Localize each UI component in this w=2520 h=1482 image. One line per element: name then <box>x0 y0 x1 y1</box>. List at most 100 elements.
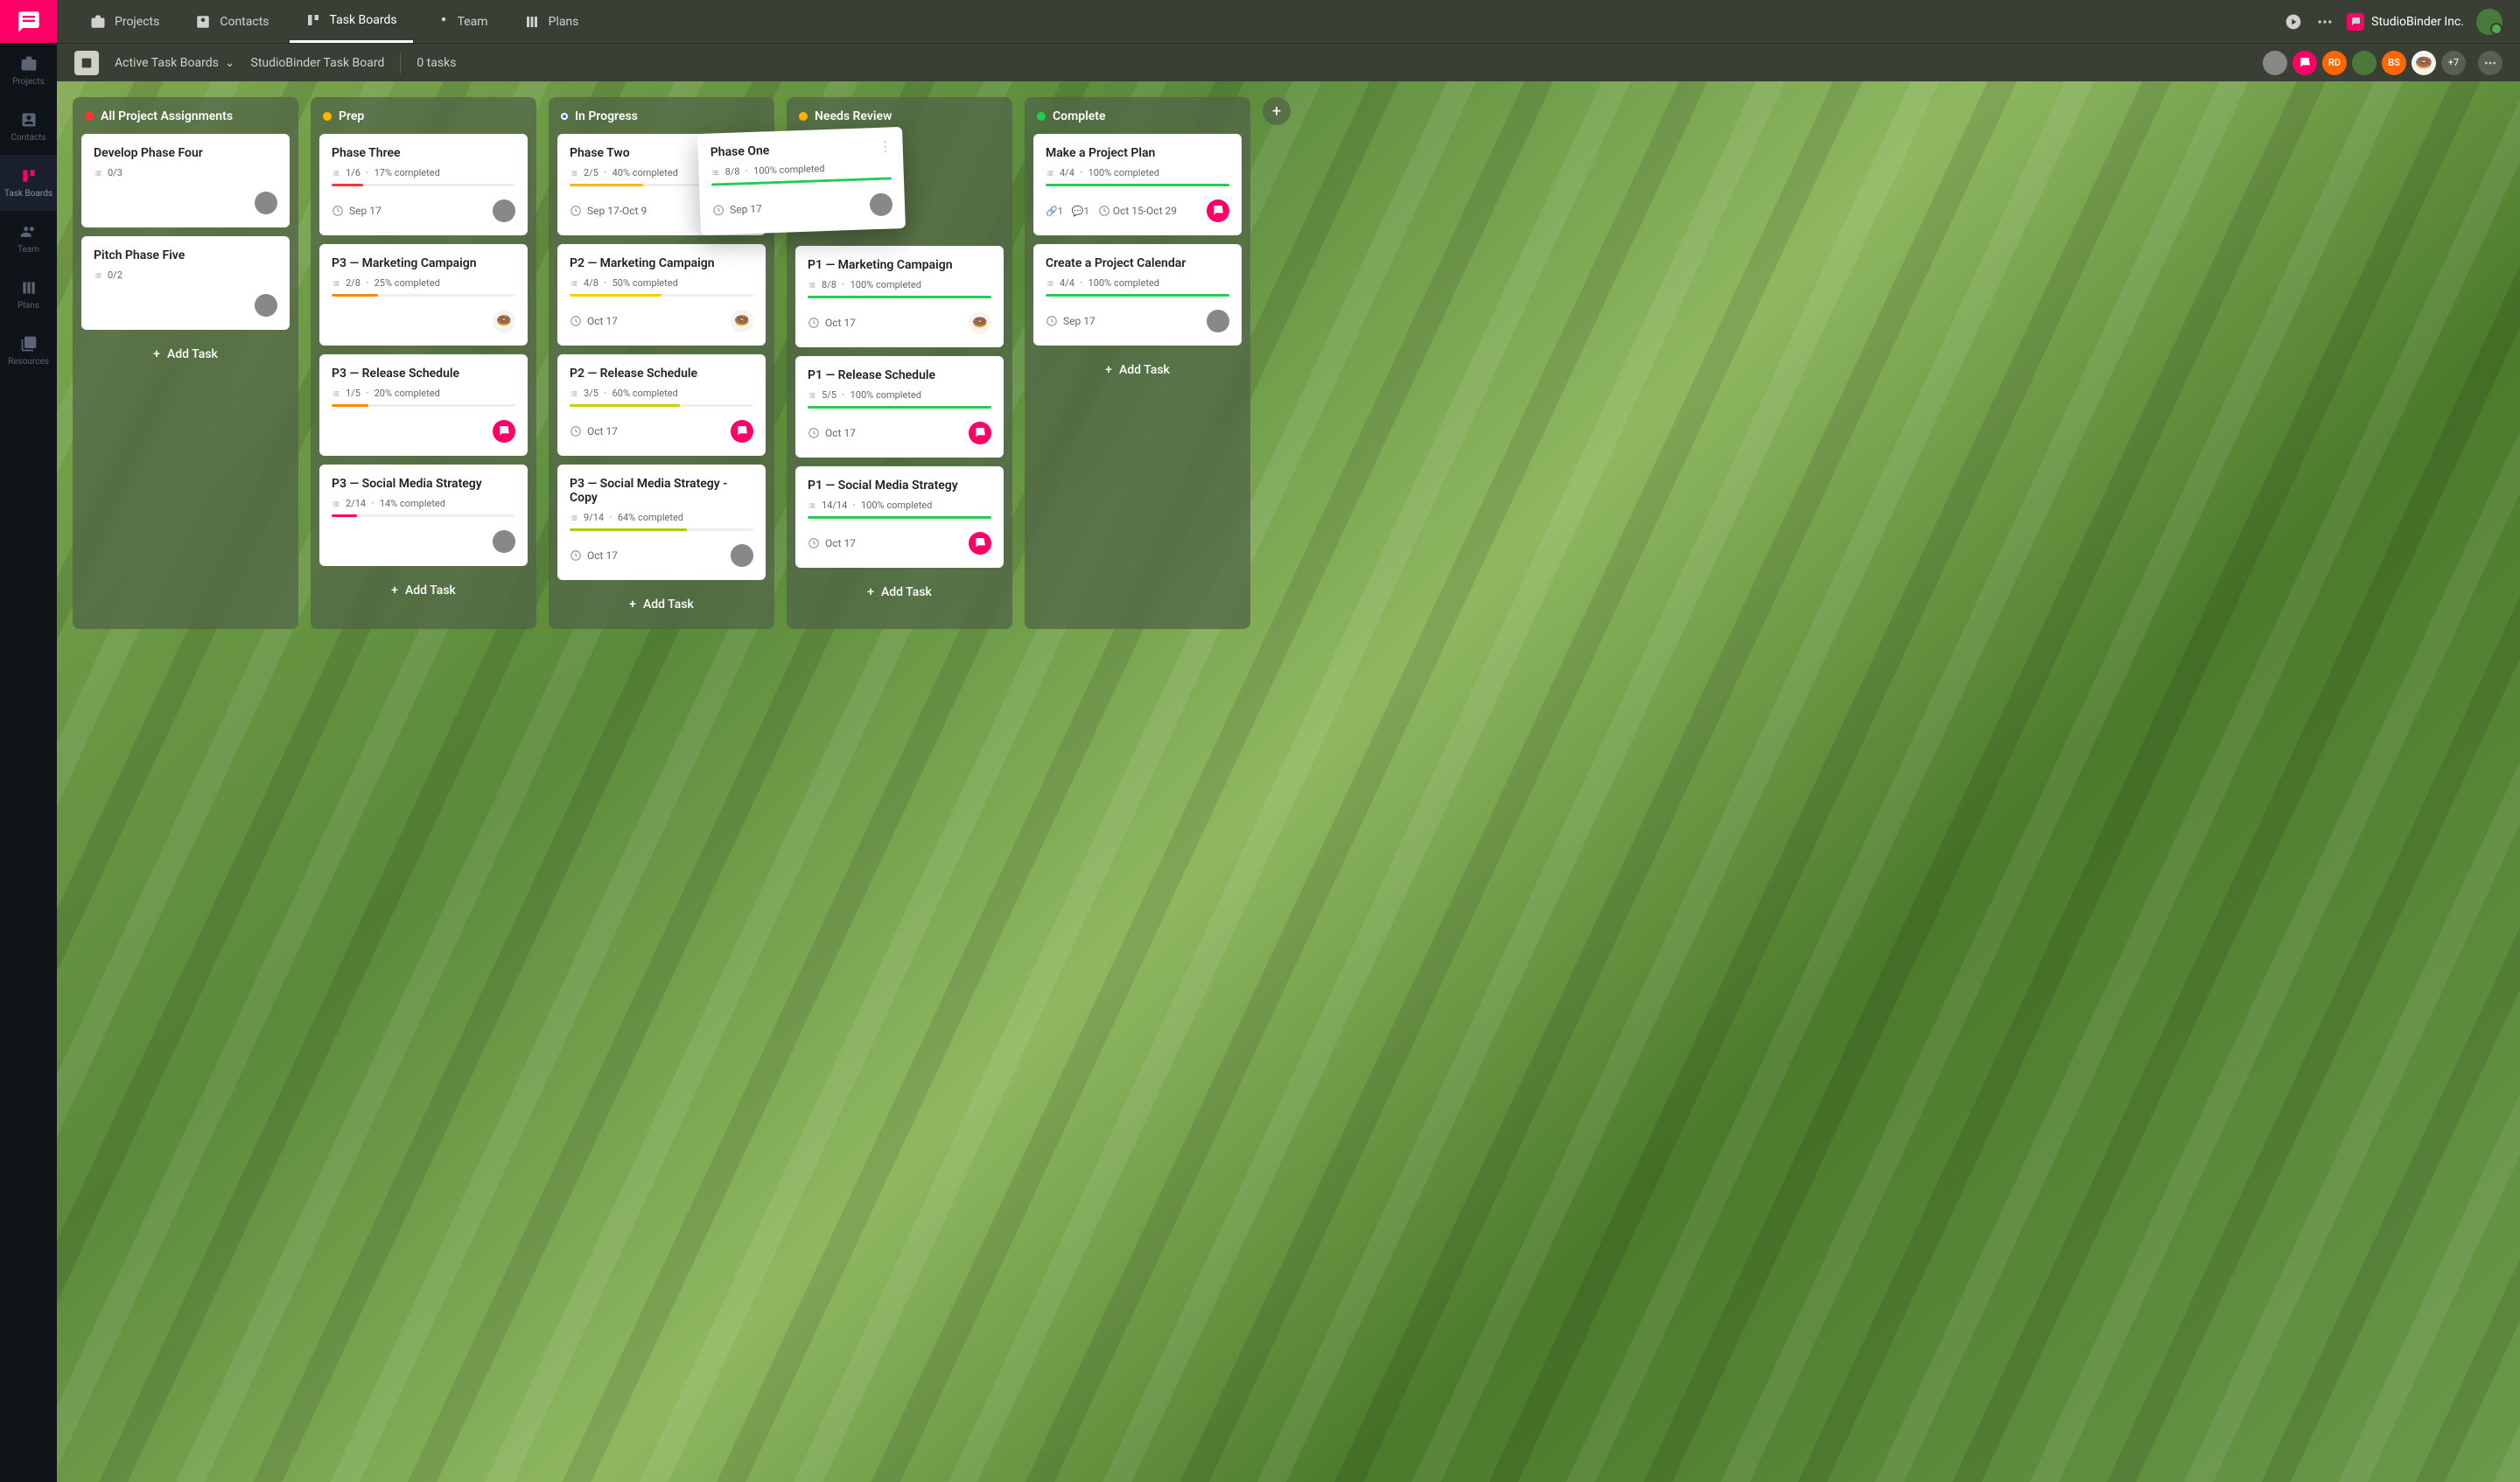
column-header[interactable]: Prep <box>319 106 528 134</box>
sidebar-item-resources[interactable]: Resources <box>0 323 57 379</box>
column-header[interactable]: Complete <box>1033 106 1242 134</box>
assignee-avatar[interactable] <box>969 422 991 444</box>
play-button[interactable] <box>2284 12 2303 31</box>
play-circle-icon <box>2285 13 2302 31</box>
task-card[interactable]: P2 — Marketing Campaign4/8•50% completed… <box>557 244 766 346</box>
assignee-avatar[interactable] <box>731 420 753 443</box>
assignee-avatar[interactable] <box>969 532 991 555</box>
task-card[interactable]: Develop Phase Four0/3 <box>81 134 290 227</box>
board-icon-box[interactable] <box>74 51 99 75</box>
plus-icon: + <box>391 584 398 598</box>
progress-bar <box>332 514 515 517</box>
card-title: Pitch Phase Five <box>94 248 277 262</box>
task-card[interactable]: P1 — Release Schedule5/5•100% completedO… <box>795 356 1004 458</box>
column-title: Prep <box>339 109 364 123</box>
add-task-button[interactable]: +Add Task <box>795 577 1004 608</box>
board-dropdown[interactable]: Active Task Boards ⌄ <box>115 56 235 70</box>
card-title: P1 — Social Media Strategy <box>808 479 991 493</box>
card-meta: 0/2 <box>94 269 277 281</box>
add-task-button[interactable]: +Add Task <box>1033 354 1242 386</box>
assignee-avatar[interactable] <box>1207 310 1229 332</box>
app-logo[interactable] <box>0 0 57 43</box>
assignee-avatar[interactable]: 🍩 <box>969 311 991 334</box>
member-avatar[interactable] <box>2263 51 2287 75</box>
checklist-icon <box>570 279 578 288</box>
assignee-avatar[interactable]: 🍩 <box>731 310 753 332</box>
member-avatar[interactable]: 🍩 <box>2412 51 2436 75</box>
clock-icon <box>808 537 820 549</box>
card-title: P3 — Release Schedule <box>332 367 515 381</box>
company-badge-icon <box>2347 13 2364 31</box>
task-card[interactable]: Phase Three1/6•17% completedSep 17 <box>319 134 528 235</box>
task-card[interactable]: Create a Project Calendar4/4•100% comple… <box>1033 244 1242 346</box>
nav-team[interactable]: Team <box>417 0 504 43</box>
task-card[interactable]: P3 — Marketing Campaign2/8•25% completed… <box>319 244 528 346</box>
sidebar-item-task-boards[interactable]: Task Boards <box>0 155 57 211</box>
status-dot <box>323 112 332 121</box>
progress-bar <box>570 294 753 297</box>
column-header[interactable]: In Progress <box>557 106 766 134</box>
task-card[interactable]: P1 — Marketing Campaign8/8•100% complete… <box>795 246 1004 347</box>
board-options[interactable] <box>2478 51 2502 75</box>
card-title: Make a Project Plan <box>1046 146 1229 160</box>
clock-icon <box>808 427 820 439</box>
task-card[interactable]: P2 — Release Schedule3/5•60% completedOc… <box>557 354 766 456</box>
add-task-button[interactable]: +Add Task <box>557 589 766 620</box>
assignee-avatar[interactable] <box>493 530 515 553</box>
column-prep: PrepPhase Three1/6•17% completedSep 17P3… <box>311 97 536 629</box>
member-avatar[interactable]: RD <box>2322 51 2347 75</box>
progress-bar <box>332 404 515 407</box>
card-menu[interactable]: ⋮ <box>878 137 892 155</box>
assignee-avatar[interactable] <box>493 199 515 222</box>
chat-icon <box>974 537 986 549</box>
column-header[interactable]: All Project Assignments <box>81 106 290 134</box>
card-meta: 9/14•64% completed <box>570 512 753 523</box>
board-title[interactable]: StudioBinder Task Board <box>251 56 385 70</box>
assignee-avatar[interactable] <box>255 294 277 317</box>
progress-bar <box>1046 294 1229 297</box>
plus-icon: + <box>153 347 160 361</box>
checklist-icon <box>808 501 816 510</box>
nav-task-boards[interactable]: Task Boards <box>290 0 413 43</box>
member-avatar[interactable] <box>2352 51 2376 75</box>
user-avatar[interactable] <box>2476 9 2502 35</box>
checklist-icon <box>570 169 578 178</box>
more-members[interactable]: +7 <box>2441 51 2466 75</box>
card-meta: 4/4•100% completed <box>1046 277 1229 289</box>
company-selector[interactable]: StudioBinder Inc. <box>2347 13 2464 31</box>
member-avatar[interactable]: BS <box>2382 51 2406 75</box>
progress-bar <box>711 177 892 185</box>
sidebar-item-label: Projects <box>12 77 45 87</box>
sidebar-item-plans[interactable]: Plans <box>0 267 57 323</box>
task-card[interactable]: Pitch Phase Five 0/2 <box>81 236 290 330</box>
add-task-button[interactable]: +Add Task <box>81 339 290 370</box>
sidebar-item-label: Plans <box>18 301 39 311</box>
assignee-avatar[interactable] <box>493 420 515 443</box>
sidebar-item-team[interactable]: Team <box>0 211 57 267</box>
task-card[interactable]: P3 — Social Media Strategy2/14•14% compl… <box>319 465 528 566</box>
link-count: 🔗1 <box>1046 206 1063 217</box>
assignee-avatar[interactable] <box>731 544 753 567</box>
member-avatar[interactable] <box>2292 51 2317 75</box>
assignee-avatar[interactable] <box>870 192 893 216</box>
sidebar-item-projects[interactable]: Projects <box>0 43 57 99</box>
task-card[interactable]: P3 — Release Schedule1/5•20% completed <box>319 354 528 456</box>
nav-projects[interactable]: Projects <box>74 0 175 43</box>
briefcase-icon <box>90 14 106 30</box>
task-card[interactable]: P3 — Social Media Strategy - Copy9/14•64… <box>557 465 766 580</box>
task-card[interactable]: Make a Project Plan4/4•100% completed🔗1💬… <box>1033 134 1242 235</box>
assignee-avatar[interactable]: 🍩 <box>493 310 515 332</box>
add-column-button[interactable]: + <box>1263 97 1291 125</box>
checklist-icon <box>1046 279 1054 288</box>
nav-contacts[interactable]: Contacts <box>179 0 284 43</box>
nav-plans[interactable]: Plans <box>508 0 595 43</box>
task-card[interactable]: P1 — Social Media Strategy 14/14•100% com… <box>795 466 1004 568</box>
assignee-avatar[interactable] <box>1207 199 1229 222</box>
more-button[interactable] <box>2315 12 2334 31</box>
assignee-avatar[interactable] <box>255 192 277 214</box>
add-task-button[interactable]: +Add Task <box>319 575 528 606</box>
checklist-icon <box>808 391 816 400</box>
task-card-dragging[interactable]: ⋮Phase One8/8•100% completedSep 17 <box>697 127 906 235</box>
sidebar-item-contacts[interactable]: Contacts <box>0 99 57 155</box>
card-meta: 14/14•100% completed <box>808 500 991 511</box>
